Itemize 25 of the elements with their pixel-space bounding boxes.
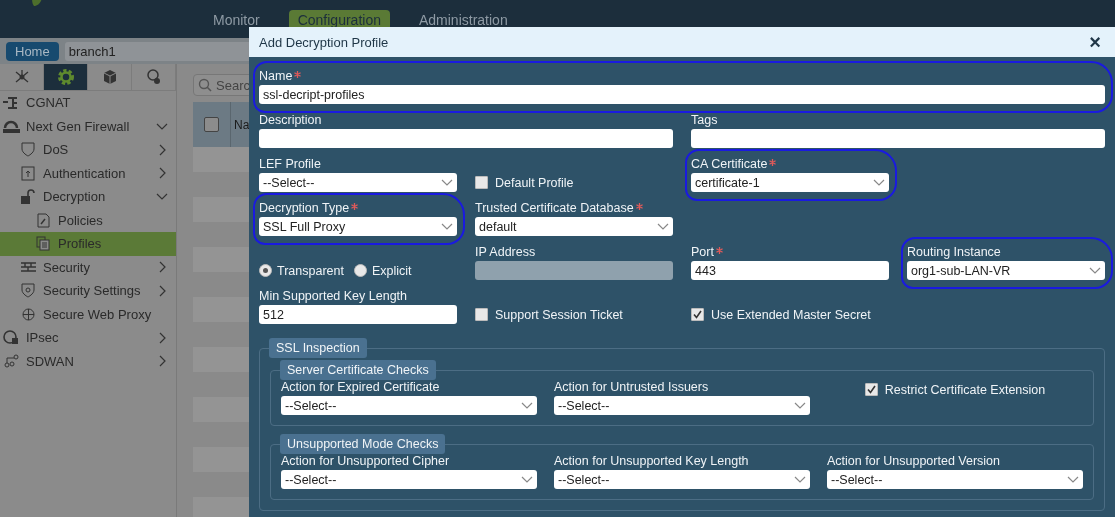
field-label: Action for Unsupported Version (827, 454, 1002, 468)
field-label: Action for Unsupported Key Length (554, 454, 750, 468)
field-label: CA Certificate (691, 157, 889, 171)
field-label: Action for Unsupported Cipher (281, 454, 451, 468)
group-title: Unsupported Mode Checks (280, 434, 446, 454)
field-label: LEF Profile (259, 157, 322, 171)
field-label: Decryption Type (259, 201, 457, 215)
field-label: Action for Untrusted Issuers (554, 380, 710, 394)
checkbox-label: Default Profile (495, 175, 574, 190)
field-label: Description (259, 113, 323, 127)
radio-label: Explicit (371, 263, 412, 278)
checkbox-label: Restrict Certificate Extension (884, 382, 1046, 397)
group-title: Server Certificate Checks (280, 360, 436, 380)
field-label: Routing Instance (907, 245, 1002, 259)
checkbox-label: Support Session Ticket (495, 307, 623, 322)
field-label: IP Address (475, 245, 537, 259)
field-label: Action for Expired Certificate (281, 380, 441, 394)
field-label: Trusted Certificate Database (475, 201, 673, 215)
field-label: Min Supported Key Length (259, 289, 409, 303)
section-title: SSL Inspection (269, 338, 367, 358)
checkbox-label: Use Extended Master Secret (711, 307, 871, 322)
radio-label: Transparent (277, 263, 344, 278)
field-label: Name (259, 69, 1105, 83)
field-label: Tags (691, 113, 719, 127)
field-label: Port (691, 245, 889, 259)
